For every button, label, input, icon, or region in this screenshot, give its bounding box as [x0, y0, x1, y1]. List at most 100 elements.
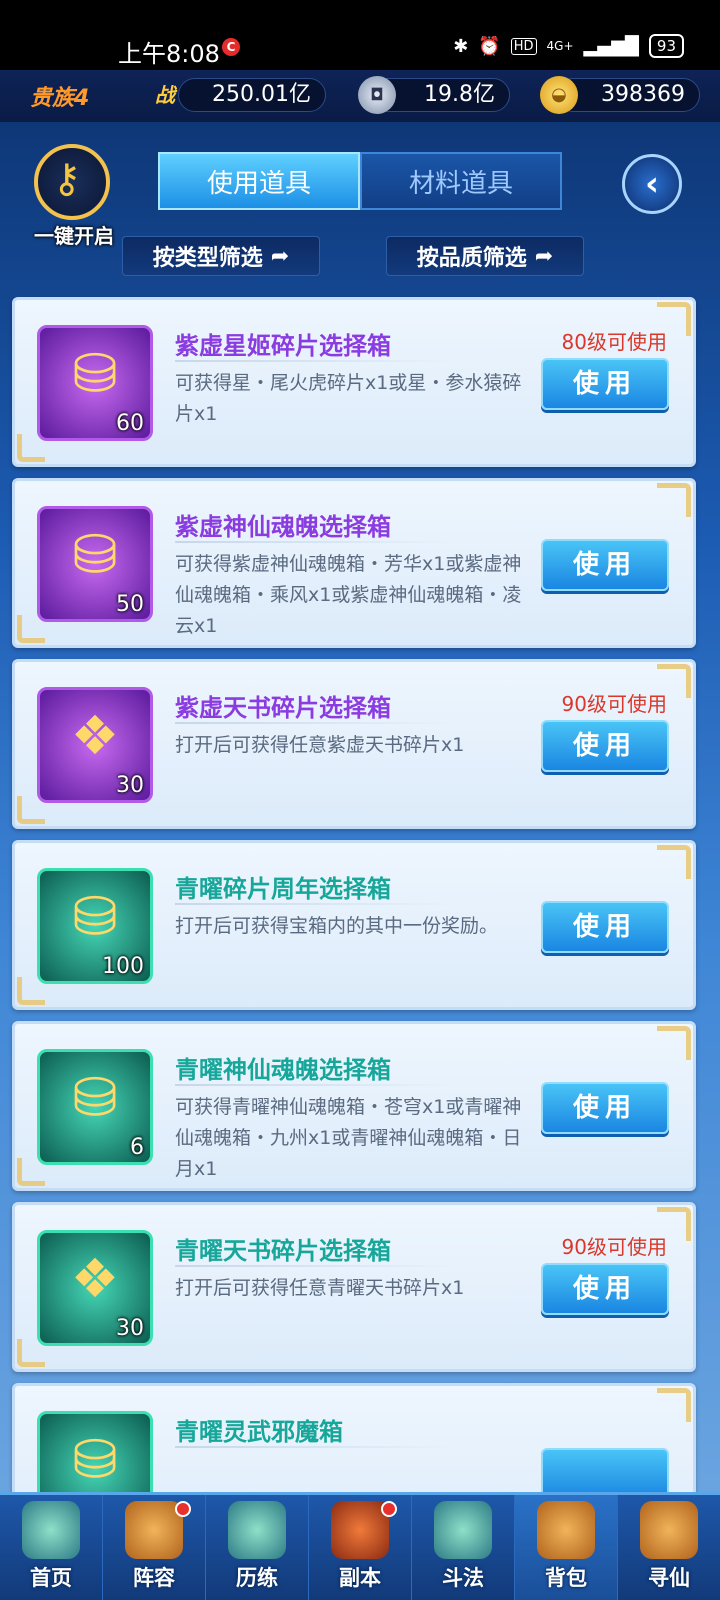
filter-by-quality-button[interactable]: 按品质筛选 ➦: [386, 236, 584, 276]
card-corner-ornament: [657, 845, 691, 879]
item-count: 30: [116, 1316, 144, 1341]
pouch-icon: ❖: [70, 704, 120, 767]
divider: [175, 1265, 455, 1267]
nav-label: 历练: [236, 1566, 278, 1590]
recording-icon: C: [222, 38, 240, 56]
divider: [175, 903, 455, 905]
use-button[interactable]: 使用: [541, 539, 669, 591]
item-icon[interactable]: ⛁ 50: [37, 506, 153, 622]
divider: [175, 360, 455, 362]
one-key-open-button[interactable]: ⚷ 一键开启: [28, 144, 116, 248]
island-icon: [22, 1501, 80, 1559]
divider: [175, 1446, 455, 1448]
nav-label: 首页: [30, 1566, 72, 1590]
use-button[interactable]: 使用: [541, 1082, 669, 1134]
item-count: 30: [116, 773, 144, 798]
bluetooth-icon: ✱: [453, 35, 469, 57]
card-corner-ornament: [657, 483, 691, 517]
tab-material-items[interactable]: 材料道具: [360, 152, 562, 210]
one-key-open-label: 一键开启: [34, 224, 114, 248]
treasure-chest-icon: ⛁: [72, 523, 118, 586]
item-icon[interactable]: ⛁ 100: [37, 868, 153, 984]
item-name: 紫虚神仙魂魄选择箱: [175, 513, 391, 541]
backpack-icon: [537, 1501, 595, 1559]
nav-home[interactable]: 首页: [0, 1495, 103, 1600]
treasure-chest-icon: ⛁: [72, 342, 118, 405]
item-tabs: 使用道具 材料道具: [158, 152, 562, 210]
pouch-icon: ❖: [70, 1247, 120, 1310]
item-count: 60: [116, 411, 144, 436]
noble-rank[interactable]: 贵族4: [30, 80, 89, 112]
item-icon[interactable]: ❖ 30: [37, 1230, 153, 1346]
gourd-icon: [228, 1501, 286, 1559]
combat-power-value: 250.01亿: [178, 78, 326, 112]
item-icon[interactable]: ⛁: [37, 1411, 153, 1492]
item-icon[interactable]: ❖ 30: [37, 687, 153, 803]
item-name: 青曜天书碎片选择箱: [175, 1237, 391, 1265]
arrow-right-icon: ➦: [270, 243, 290, 269]
level-requirement: 90级可使用: [561, 1235, 667, 1259]
item-card: ⛁ 100 青曜碎片周年选择箱 打开后可获得宝箱内的其中一份奖励。 使用: [12, 840, 696, 1010]
nav-battle[interactable]: 斗法: [412, 1495, 515, 1600]
filter-by-type-button[interactable]: 按类型筛选 ➦: [122, 236, 320, 276]
item-count: 6: [130, 1135, 144, 1160]
nav-label: 阵容: [133, 1566, 175, 1590]
key-icon: ⚷: [52, 156, 82, 202]
use-button[interactable]: [541, 1448, 669, 1492]
item-description: 打开后可获得任意青曜天书碎片x1: [175, 1277, 465, 1299]
divider: [175, 722, 455, 724]
item-card: ⛁ 6 青曜神仙魂魄选择箱 可获得青曜神仙魂魄箱・苍穹x1或青曜神仙魂魄箱・九州…: [12, 1021, 696, 1191]
item-name: 青曜神仙魂魄选择箱: [175, 1056, 391, 1084]
sword-icon: [434, 1501, 492, 1559]
status-bar: 上午8:08 C ✱ ⏰ HD 4G+ ▂▄▆█ 93: [0, 0, 720, 70]
alarm-icon: ⏰: [478, 35, 501, 57]
use-button[interactable]: 使用: [541, 720, 669, 772]
item-card: ❖ 30 紫虚天书碎片选择箱 打开后可获得任意紫虚天书碎片x1 90级可使用 使…: [12, 659, 696, 829]
divider: [175, 541, 455, 543]
nav-label: 斗法: [442, 1566, 484, 1590]
item-icon[interactable]: ⛁ 60: [37, 325, 153, 441]
use-button[interactable]: 使用: [541, 901, 669, 953]
backpack-panel: ⚷ 一键开启 使用道具 材料道具 ‹ 按类型筛选 ➦ 按品质筛选 ➦ ⛁ 60 …: [0, 122, 720, 1492]
back-arrow-icon[interactable]: ‹: [622, 154, 682, 214]
signal-icon: ▂▄▆█: [583, 35, 639, 57]
nav-backpack[interactable]: 背包: [515, 1495, 618, 1600]
clock: 上午8:08: [118, 40, 220, 68]
system-icons: ✱ ⏰ HD 4G+ ▂▄▆█ 93: [453, 34, 684, 58]
card-corner-ornament: [657, 1388, 691, 1422]
nav-lineup[interactable]: 阵容: [103, 1495, 206, 1600]
treasure-chest-icon: ⛁: [72, 1428, 118, 1491]
level-requirement: 90级可使用: [561, 692, 667, 716]
item-icon[interactable]: ⛁ 6: [37, 1049, 153, 1165]
item-name: 青曜灵武邪魔箱: [175, 1418, 343, 1446]
item-card: ⛁ 青曜灵武邪魔箱: [12, 1383, 696, 1492]
item-name: 紫虚天书碎片选择箱: [175, 694, 391, 722]
item-description: 可获得紫虚神仙魂魄箱・芳华x1或紫虚神仙魂魄箱・乘风x1或紫虚神仙魂魄箱・凌云x…: [175, 553, 522, 637]
item-description: 打开后可获得宝箱内的其中一份奖励。: [175, 915, 499, 937]
arrow-right-icon: ➦: [534, 243, 554, 269]
item-card: ⛁ 50 紫虚神仙魂魄选择箱 可获得紫虚神仙魂魄箱・芳华x1或紫虚神仙魂魄箱・乘…: [12, 478, 696, 648]
item-description: 可获得青曜神仙魂魄箱・苍穹x1或青曜神仙魂魄箱・九州x1或青曜神仙魂魄箱・日月x…: [175, 1096, 522, 1180]
item-description: 打开后可获得任意紫虚天书碎片x1: [175, 734, 465, 756]
item-name: 青曜碎片周年选择箱: [175, 875, 391, 903]
divider: [175, 1084, 455, 1086]
item-count: 50: [116, 592, 144, 617]
treasure-chest-icon: ⛁: [72, 885, 118, 948]
filter-by-quality-label: 按品质筛选: [416, 246, 527, 271]
nav-training[interactable]: 历练: [206, 1495, 309, 1600]
nav-label: 寻仙: [648, 1566, 690, 1590]
use-button[interactable]: 使用: [541, 1263, 669, 1315]
tab-use-items[interactable]: 使用道具: [158, 152, 360, 210]
nav-dungeon[interactable]: 副本: [309, 1495, 412, 1600]
bottom-nav: 首页 阵容 历练 副本 斗法 背包 寻仙: [0, 1492, 720, 1600]
silver-coin-icon: ◘: [358, 76, 396, 114]
gold-ingot-icon: ◒: [540, 76, 578, 114]
level-requirement: 80级可使用: [561, 330, 667, 354]
scroll-icon: [640, 1501, 698, 1559]
network-label: 4G+: [546, 39, 574, 53]
item-description: 可获得星・尾火虎碎片x1或星・参水猿碎片x1: [175, 372, 522, 425]
nav-seek-immortal[interactable]: 寻仙: [618, 1495, 720, 1600]
treasure-chest-icon: ⛁: [72, 1066, 118, 1129]
use-button[interactable]: 使用: [541, 358, 669, 410]
hd-icon: HD: [510, 37, 537, 55]
